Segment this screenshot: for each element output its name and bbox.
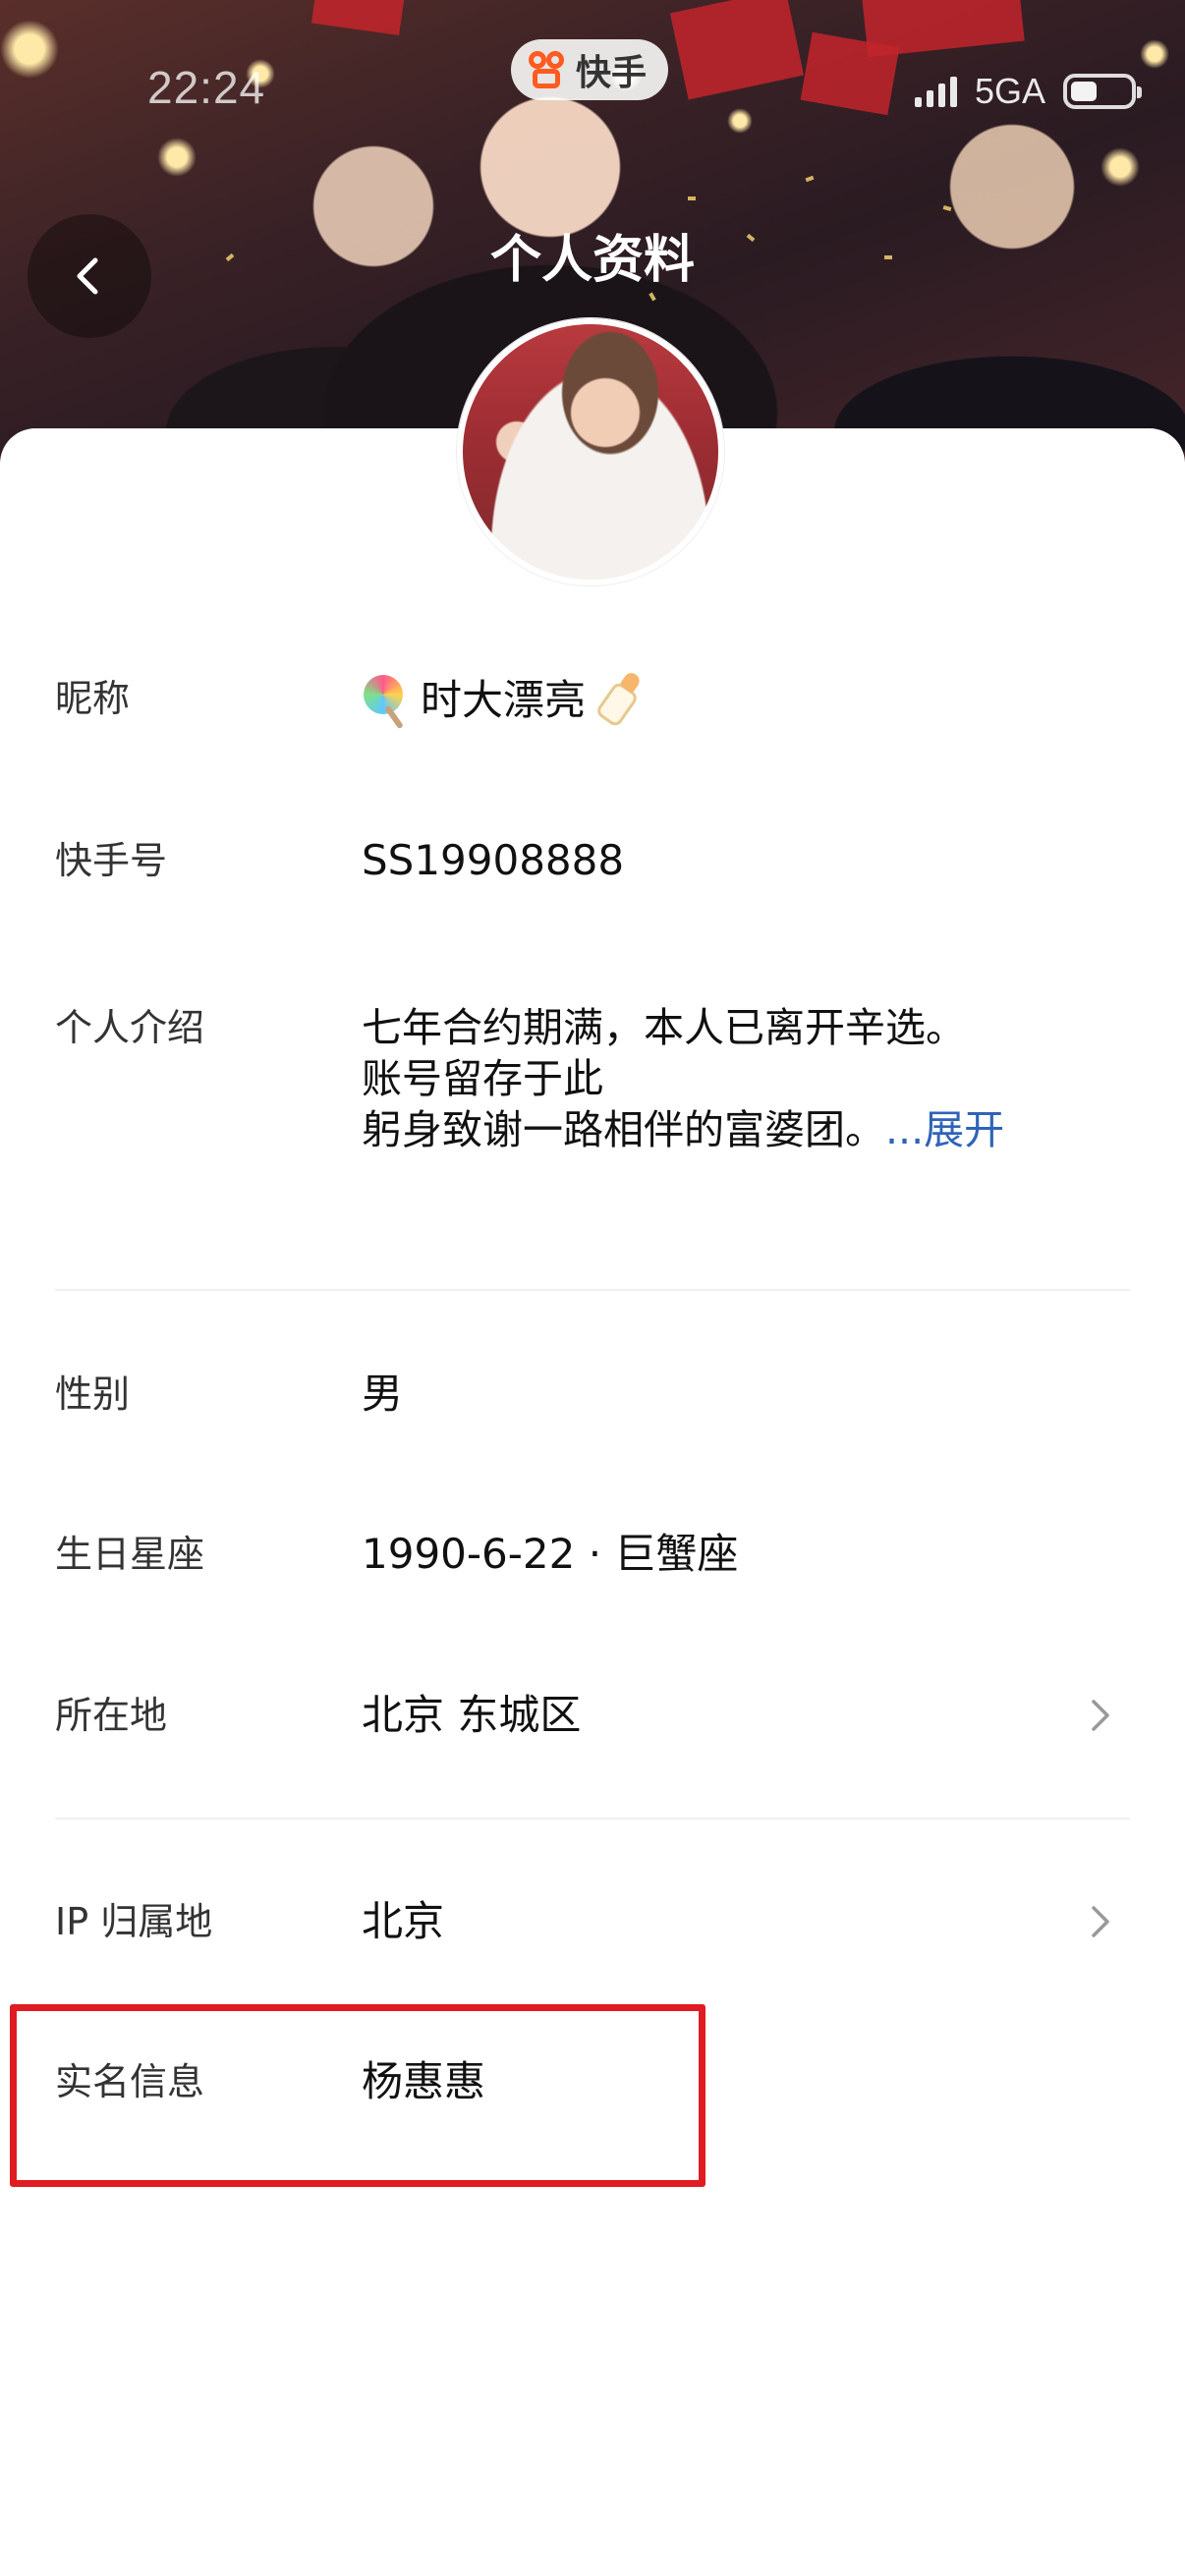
location-row[interactable]: 所在地 北京 东城区: [55, 1690, 1130, 1745]
lollipop-icon: [362, 673, 417, 730]
nickname-value-wrap: 时大漂亮: [362, 670, 645, 730]
location-label: 所在地: [55, 1694, 168, 1737]
nickname-label: 昵称: [55, 677, 131, 720]
nickname-value: 时大漂亮: [421, 676, 587, 724]
signal-strength-icon: [914, 76, 957, 107]
app-badge-label: 快手: [576, 53, 648, 93]
gender-row: 性别 男: [55, 1369, 1130, 1424]
nickname-row: 昵称 时大漂亮: [55, 670, 1130, 730]
app-badge: 快手: [511, 39, 669, 100]
birthday-row: 生日星座 1990-6-22 · 巨蟹座: [55, 1529, 1130, 1584]
kuaishou-id-label: 快手号: [55, 839, 168, 882]
battery-icon: [1063, 74, 1142, 109]
ip-location-row[interactable]: IP 归属地 北京: [55, 1896, 1130, 1951]
status-bar-indicators: 5GA: [914, 71, 1142, 112]
intro-label: 个人介绍: [55, 1006, 205, 1049]
section-divider: [55, 1289, 1130, 1291]
ip-location-label: IP 归属地: [55, 1900, 213, 1943]
status-bar-time: 22:24: [147, 62, 266, 113]
chevron-right-icon: [1092, 1700, 1109, 1731]
chevron-right-icon: [1092, 1906, 1109, 1937]
ip-location-value: 北京: [362, 1897, 445, 1945]
gender-value: 男: [362, 1370, 404, 1418]
intro-line-last: 躬身致谢一路相伴的富婆团。...展开: [362, 1104, 1004, 1155]
gender-label: 性别: [55, 1372, 131, 1416]
network-type: 5GA: [974, 71, 1045, 111]
profile-card: [0, 428, 1185, 2576]
intro-line: 躬身致谢一路相伴的富婆团。: [362, 1106, 885, 1153]
expand-link[interactable]: ...展开: [885, 1106, 1004, 1153]
page-title: 个人资料: [489, 231, 695, 290]
intro-row: 个人介绍 七年合约期满，本人已离开辛选。 账号留存于此 躬身致谢一路相伴的富婆团…: [55, 1002, 1130, 1159]
highlight-annotation-box: [10, 2004, 705, 2187]
intro-line: 七年合约期满，本人已离开辛选。: [362, 1004, 966, 1051]
intro-value: 七年合约期满，本人已离开辛选。 账号留存于此 躬身致谢一路相伴的富婆团。...展…: [362, 1002, 1004, 1155]
birthday-value: 1990-6-22 · 巨蟹座: [362, 1530, 739, 1578]
kuaishou-id-row: 快手号 SS19908888: [55, 835, 1130, 890]
kuaishou-logo-icon: [529, 51, 566, 88]
baby-bottle-icon: [590, 670, 645, 729]
section-divider: [55, 1818, 1130, 1820]
birthday-label: 生日星座: [55, 1533, 205, 1576]
intro-line: 账号留存于此: [362, 1055, 603, 1102]
avatar[interactable]: [457, 318, 724, 586]
location-value: 北京 东城区: [362, 1691, 582, 1739]
kuaishou-id-value[interactable]: SS19908888: [362, 835, 624, 886]
